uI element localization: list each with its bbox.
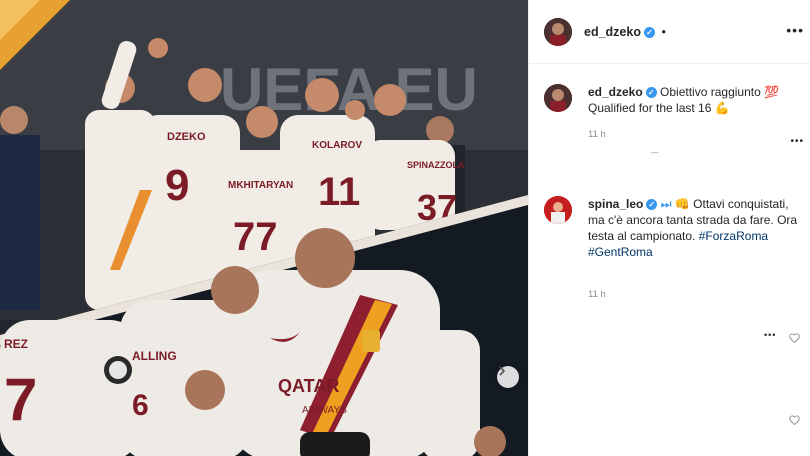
comment-time[interactable]: 11 h <box>588 289 606 300</box>
caption-line1: Obiettivo raggiunto <box>660 85 761 99</box>
post-photo[interactable]: UEFA EU DZEKO 9 KOLAROV 11 MKHITARYAN 77… <box>0 0 528 456</box>
next-track-emoji-icon: ⏭ <box>660 197 672 211</box>
fist-emoji-icon: 👊 <box>674 197 690 211</box>
caption-line2: Qualified for the last 16 <box>588 101 712 115</box>
hashtag-forzaroma[interactable]: #ForzaRoma <box>699 229 768 243</box>
comment-more-icon[interactable]: ••• <box>764 330 776 340</box>
svg-text:7: 7 <box>4 366 37 433</box>
author-avatar[interactable] <box>544 18 572 46</box>
photo-illustration: UEFA EU DZEKO 9 KOLAROV 11 MKHITARYAN 77… <box>0 0 528 456</box>
svg-text:MKHITARYAN: MKHITARYAN <box>228 180 293 191</box>
more-options-icon[interactable]: ••• <box>786 22 804 38</box>
author-username-text[interactable]: ed_dzeko <box>584 25 641 39</box>
hundred-emoji-icon: 💯 <box>764 85 780 99</box>
comment-text: spina_leo ✓ ⏭ 👊 Ottavi conquistati, ma c'… <box>588 196 803 260</box>
author-username[interactable]: ed_dzeko ✓ • <box>584 25 666 39</box>
svg-text:9: 9 <box>165 161 189 210</box>
svg-text:77: 77 <box>233 215 278 259</box>
hidden-replies-line[interactable]: ‐‐‐‐‐ <box>651 150 659 157</box>
verified-badge-icon: ✓ <box>646 199 658 211</box>
svg-text:11: 11 <box>318 170 360 214</box>
post-header: ed_dzeko ✓ • ••• <box>529 0 810 64</box>
caption-time[interactable]: 11 h <box>588 129 606 140</box>
second-comment-heart-icon[interactable] <box>789 412 800 430</box>
hashtag-gentroma[interactable]: #GentRoma <box>588 245 653 259</box>
verified-badge-icon: ✓ <box>645 87 657 99</box>
caption-avatar[interactable] <box>544 84 572 112</box>
comment-like-heart-icon[interactable] <box>789 330 800 348</box>
svg-text:DZEKO: DZEKO <box>167 131 206 143</box>
caption-more-icon[interactable]: ••• <box>790 136 804 147</box>
comment-username[interactable]: spina_leo <box>588 197 643 211</box>
svg-text:6: 6 <box>132 389 149 422</box>
svg-text:ALLING: ALLING <box>132 349 177 363</box>
verified-badge-icon: ✓ <box>643 27 655 39</box>
follow-dot: • <box>661 25 666 39</box>
roma-badge <box>362 330 380 352</box>
muscle-emoji-icon: 💪 <box>714 101 730 115</box>
svg-text:REZ: REZ <box>4 337 28 351</box>
caption-username[interactable]: ed_dzeko <box>588 85 643 99</box>
caption-text: ed_dzeko ✓ Obiettivo raggiunto 💯 Qualifie… <box>588 84 803 116</box>
post-side-panel: ed_dzeko ✓ • ••• ed_dzeko ✓ Obiettivo ragg… <box>528 0 810 456</box>
next-photo-button[interactable] <box>497 366 519 388</box>
next-arrow-icon <box>499 366 506 376</box>
commenter-avatar[interactable] <box>544 196 572 224</box>
svg-text:KOLAROV: KOLAROV <box>312 140 362 151</box>
svg-text:SPINAZZOLA: SPINAZZOLA <box>407 160 465 170</box>
svg-text:AIRWAYS: AIRWAYS <box>302 405 347 416</box>
sponsor-text: QATAR <box>278 376 339 396</box>
